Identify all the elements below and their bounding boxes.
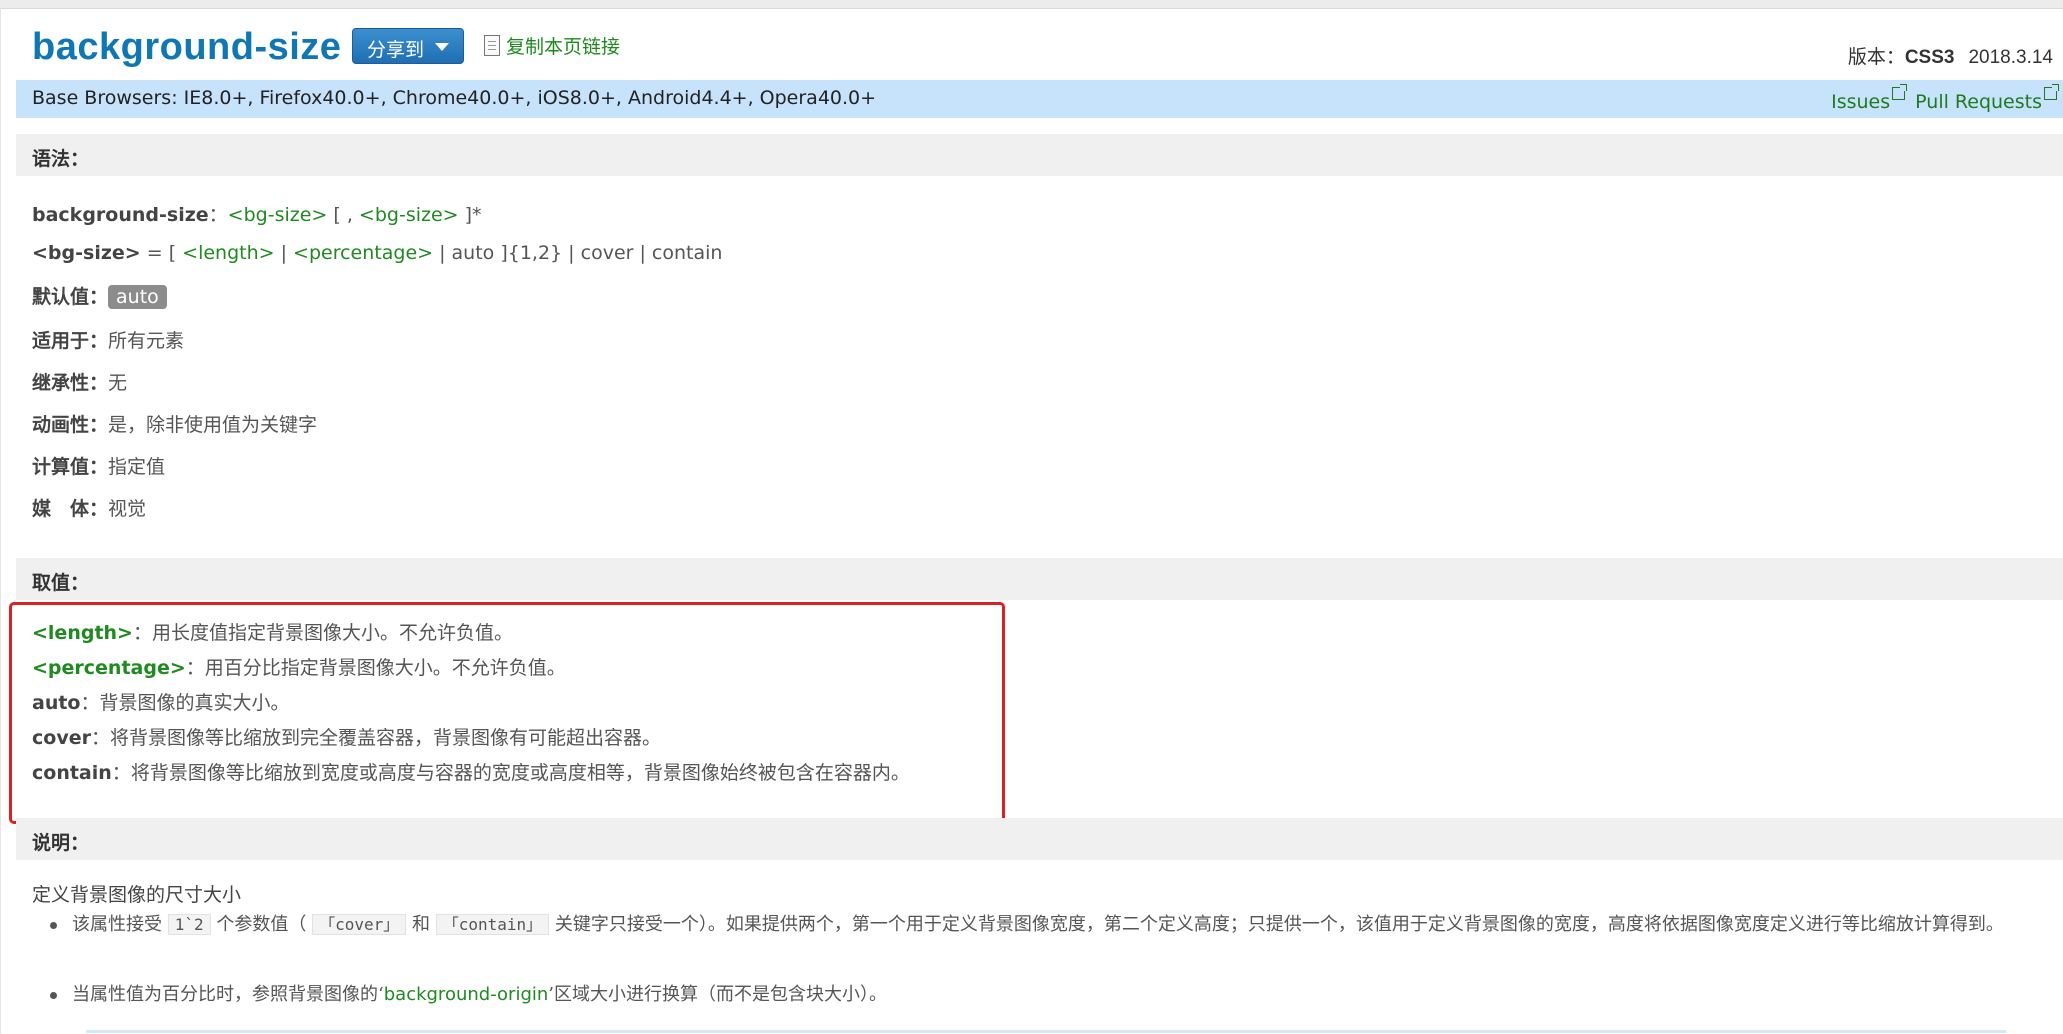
note-text: 和 xyxy=(412,914,431,935)
section-notes-header: 说明： xyxy=(16,818,2063,860)
media-row: 媒 体：视觉 xyxy=(32,494,146,521)
note-text: ’区域大小进行换算（而不是包含块大小）。 xyxy=(548,984,888,1005)
media-label: 媒 体： xyxy=(32,498,109,520)
syntax-colon: ： xyxy=(208,204,228,226)
section-values-header: 取值： xyxy=(16,558,2063,600)
list-item: 当属性值为百分比时，参照背景图像的‘background-origin’区域大小… xyxy=(50,978,2032,1012)
pull-requests-label: Pull Requests xyxy=(1915,91,2042,113)
inherited-value: 无 xyxy=(108,372,128,394)
section-syntax-title: 语法： xyxy=(32,148,90,170)
notes-subtitle: 定义背景图像的尺寸大小 xyxy=(32,884,242,906)
external-link-icon xyxy=(2044,84,2059,100)
syntax-type-link[interactable]: <bg-size> xyxy=(359,204,459,226)
inline-code: 「cover」 xyxy=(312,914,407,935)
version-label: 版本： xyxy=(1847,46,1905,68)
bullet-icon xyxy=(50,992,57,999)
default-value-label: 默认值： xyxy=(32,286,109,308)
applies-to-value: 所有元素 xyxy=(108,330,185,352)
share-button-label: 分享到 xyxy=(367,39,425,61)
repo-links: Issues Pull Requests xyxy=(1821,84,2059,113)
section-notes-title: 说明： xyxy=(32,832,90,854)
applies-to-label: 适用于： xyxy=(32,330,109,352)
browser-support-bar: Base Browsers: IE8.0+, Firefox40.0+, Chr… xyxy=(16,80,2063,118)
external-link-icon xyxy=(1892,84,1908,100)
note-text: 该属性接受 xyxy=(72,914,162,935)
syntax-type-name: <bg-size> xyxy=(32,242,141,264)
share-button[interactable]: 分享到 xyxy=(352,28,464,64)
issues-label: Issues xyxy=(1831,91,1891,113)
bullet-icon xyxy=(50,922,57,929)
version-date: 2018.3.14 xyxy=(1968,47,2053,68)
list-item: 该属性接受 1`2 个参数值（ 「cover」 和 「contain」 关键字只… xyxy=(50,908,2032,942)
inherited-row: 继承性：无 xyxy=(32,368,127,395)
bottom-divider xyxy=(86,1030,2006,1033)
background-origin-link[interactable]: background-origin xyxy=(384,984,549,1005)
pull-requests-link[interactable]: Pull Requests xyxy=(1915,84,2059,113)
note-text: 当属性值为百分比时，参照背景图像的‘ xyxy=(72,984,384,1005)
syntax-text: ]* xyxy=(458,204,482,226)
syntax-type-link[interactable]: <length> xyxy=(182,242,274,264)
note-text: 个参数值（ xyxy=(216,914,307,935)
syntax-line-1: background-size：<bg-size> [ , <bg-size> … xyxy=(32,200,482,227)
syntax-line-2: <bg-size> = [ <length> | <percentage> | … xyxy=(32,242,722,264)
issues-link[interactable]: Issues xyxy=(1831,84,1908,113)
default-value-row: 默认值： auto xyxy=(32,282,167,309)
computed-value-label: 计算值： xyxy=(32,456,109,478)
syntax-text: | auto ]{1,2} | cover | contain xyxy=(433,242,723,264)
version-info: 版本：CSS3 2018.3.14 xyxy=(1848,42,2053,69)
page-title: background-size xyxy=(32,26,342,68)
document-icon xyxy=(484,35,500,56)
animatable-value: 是，除非使用值为关键字 xyxy=(108,414,318,436)
syntax-text: = [ xyxy=(140,242,183,264)
syntax-type-link[interactable]: <bg-size> xyxy=(228,204,328,226)
highlight-box xyxy=(9,602,1005,824)
computed-value-value: 指定值 xyxy=(108,456,166,478)
default-value-badge: auto xyxy=(108,285,167,309)
syntax-text: | xyxy=(274,242,294,264)
animatable-label: 动画性： xyxy=(32,414,109,436)
copy-link-label: 复制本页链接 xyxy=(506,36,621,58)
inline-code: 「contain」 xyxy=(435,914,550,935)
syntax-text: [ , xyxy=(327,204,359,226)
caret-down-icon xyxy=(435,43,449,51)
animatable-row: 动画性：是，除非使用值为关键字 xyxy=(32,410,317,437)
copy-link[interactable]: 复制本页链接 xyxy=(484,32,620,59)
applies-to-row: 适用于：所有元素 xyxy=(32,326,184,353)
inherited-label: 继承性： xyxy=(32,372,109,394)
section-syntax-header: 语法： xyxy=(16,134,2063,176)
browser-support-text: Base Browsers: IE8.0+, Firefox40.0+, Chr… xyxy=(32,87,877,109)
media-value: 视觉 xyxy=(108,498,147,520)
inline-code: 1`2 xyxy=(167,914,211,935)
page-header: background-size 分享到 复制本页链接 版本：CSS3 2018.3… xyxy=(16,8,2063,82)
note-text: 关键字只接受一个）。如果提供两个，第一个用于定义背景图像宽度，第二个定义高度；只… xyxy=(554,914,2004,935)
left-border xyxy=(0,8,1,1034)
version-value: CSS3 xyxy=(1904,47,1955,68)
computed-value-row: 计算值：指定值 xyxy=(32,452,165,479)
section-values-title: 取值： xyxy=(32,572,90,594)
syntax-type-link[interactable]: <percentage> xyxy=(293,242,433,264)
syntax-prop-name: background-size xyxy=(32,204,209,226)
